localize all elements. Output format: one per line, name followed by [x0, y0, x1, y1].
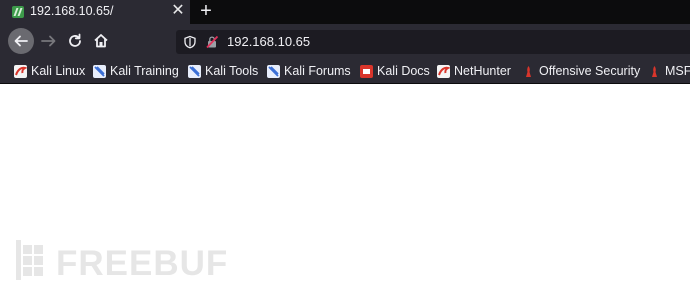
forward-button[interactable]	[38, 30, 60, 52]
bookmark-kali-docs[interactable]: Kali Docs	[360, 63, 430, 79]
offsec-icon	[652, 65, 657, 77]
bookmarks-toolbar: Kali Linux Kali Training Kali Tools Kali…	[0, 60, 690, 84]
kali-dragon-icon	[12, 6, 24, 18]
freebuf-watermark: FREEBUF	[16, 238, 227, 283]
close-icon[interactable]: ✕	[170, 2, 186, 20]
url-bar[interactable]: 192.168.10.65	[176, 30, 690, 54]
freebuf-logo-icon	[16, 240, 43, 280]
reload-icon	[69, 33, 81, 47]
bookmark-kali-tools[interactable]: Kali Tools	[188, 63, 258, 79]
tab-bar: 192.168.10.65/ ✕ +	[0, 0, 690, 24]
arrow-left-icon	[14, 35, 28, 47]
home-icon	[94, 34, 108, 48]
bookmark-offensive-security[interactable]: Offensive Security	[522, 63, 640, 79]
tracking-protection-shield-icon[interactable]	[183, 35, 197, 49]
kali-blue-icon	[188, 64, 201, 78]
navigation-toolbar: 192.168.10.65	[0, 24, 690, 60]
bookmark-kali-training[interactable]: Kali Training	[93, 63, 179, 79]
kali-blue-icon	[93, 64, 106, 78]
bookmark-nethunter[interactable]: NetHunter	[437, 63, 511, 79]
kali-blue-icon	[267, 64, 280, 78]
kali-red-icon	[14, 64, 27, 78]
new-tab-button[interactable]: +	[196, 0, 216, 22]
url-text[interactable]: 192.168.10.65	[227, 34, 310, 49]
back-button[interactable]	[8, 28, 34, 54]
kali-red-icon	[437, 64, 450, 78]
active-tab[interactable]: 192.168.10.65/ ✕	[0, 0, 190, 24]
watermark-text: FREEBUF	[56, 244, 229, 283]
tab-title: 192.168.10.65/	[30, 4, 114, 18]
reload-button[interactable]	[64, 30, 86, 52]
insecure-connection-icon[interactable]	[205, 35, 219, 49]
kali-docs-icon	[360, 64, 373, 78]
bookmark-kali-forums[interactable]: Kali Forums	[267, 63, 351, 79]
offsec-icon	[526, 65, 531, 77]
bookmark-msf[interactable]: MSF	[648, 63, 690, 79]
bookmark-kali-linux[interactable]: Kali Linux	[14, 63, 85, 79]
home-button[interactable]	[90, 30, 112, 52]
arrow-right-icon	[41, 35, 56, 47]
